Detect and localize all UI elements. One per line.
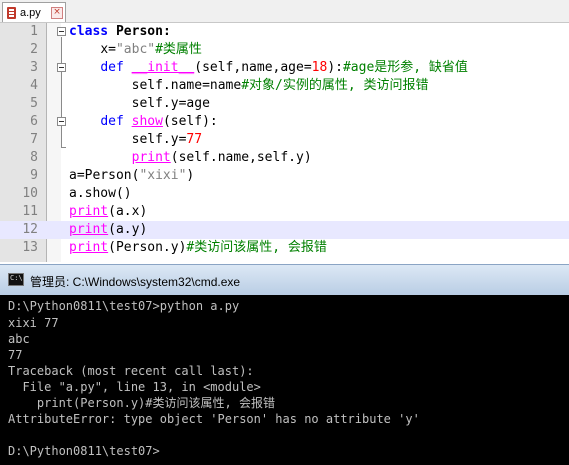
code-line: 1 class Person:: [0, 23, 569, 41]
code-text: def __init__(self,name,age=18):#age是形参, …: [100, 60, 468, 75]
code-text: print(Person.y)#类访问该属性, 会报错: [69, 240, 327, 255]
fold-collapse-icon[interactable]: [57, 117, 66, 126]
code-text: a=Person("xixi"): [69, 168, 195, 183]
code-text: a.show(): [69, 186, 132, 201]
code-line: 11 print(a.x): [0, 203, 569, 221]
line-number: 5: [30, 96, 38, 111]
tab-bar: a.py ×: [0, 0, 569, 23]
cmd-window: 管理员: C:\Windows\system32\cmd.exe D:\Pyth…: [0, 264, 569, 465]
line-number: 2: [30, 42, 38, 57]
line-number: 12: [22, 222, 38, 237]
line-number: 1: [30, 24, 38, 39]
console-prompt: D:\Python0811\test07>: [8, 444, 160, 458]
code-editor: a.py × 1 class Person: 2 x="abc"#类属性 3 d…: [0, 0, 569, 262]
code-text: print(a.x): [69, 204, 148, 219]
code-line: 6 def show(self):: [0, 113, 569, 131]
console-line: 77: [8, 348, 23, 362]
code-line: 13 print(Person.y)#类访问该属性, 会报错: [0, 239, 569, 257]
code-text: print(self.name,self.y): [131, 150, 312, 165]
fold-collapse-icon[interactable]: [57, 27, 66, 36]
code-text: x="abc"#类属性: [100, 42, 202, 57]
line-number: 9: [30, 168, 38, 183]
line-number: 6: [30, 114, 38, 129]
file-icon: [7, 6, 16, 19]
line-number: 3: [30, 60, 38, 75]
console-line: abc: [8, 332, 30, 346]
line-number: 8: [30, 150, 38, 165]
cmd-title: 管理员: C:\Windows\system32\cmd.exe: [30, 275, 241, 289]
file-tab[interactable]: a.py ×: [2, 2, 66, 22]
cmd-icon: [8, 273, 24, 286]
tab-label: a.py: [20, 6, 41, 19]
code-line: 3 def __init__(self,name,age=18):#age是形参…: [0, 59, 569, 77]
line-number: 10: [22, 186, 38, 201]
console-line: AttributeError: type object 'Person' has…: [8, 412, 420, 426]
code-area[interactable]: 1 class Person: 2 x="abc"#类属性 3 def __in…: [0, 23, 569, 262]
code-text: print(a.y): [69, 222, 148, 237]
code-text: class Person:: [69, 24, 171, 39]
cmd-titlebar[interactable]: 管理员: C:\Windows\system32\cmd.exe: [0, 264, 569, 295]
code-line: 9 a=Person("xixi"): [0, 167, 569, 185]
code-line: 7 self.y=77: [0, 131, 569, 149]
code-text: self.y=age: [131, 96, 210, 111]
line-number: 11: [22, 204, 38, 219]
code-line: 2 x="abc"#类属性: [0, 41, 569, 59]
code-text: self.y=77: [131, 132, 203, 147]
console-line: File "a.py", line 13, in <module>: [8, 380, 261, 394]
fold-collapse-icon[interactable]: [57, 63, 66, 72]
line-number: 4: [30, 78, 38, 93]
line-number: 13: [22, 240, 38, 255]
console-line: xixi 77: [8, 316, 59, 330]
code-line: 4 self.name=name#对象/实例的属性, 类访问报错: [0, 77, 569, 95]
line-number: 7: [30, 132, 38, 147]
code-text: self.name=name#对象/实例的属性, 类访问报错: [131, 78, 429, 93]
code-line: 8 print(self.name,self.y): [0, 149, 569, 167]
console-line: D:\Python0811\test07>python a.py: [8, 299, 240, 313]
code-line-current: 12 print(a.y): [0, 221, 569, 239]
code-line: 10 a.show(): [0, 185, 569, 203]
code-line: 5 self.y=age: [0, 95, 569, 113]
close-tab-icon[interactable]: ×: [51, 6, 63, 19]
code-text: def show(self):: [100, 114, 218, 129]
console-line: print(Person.y)#类访问该属性, 会报错: [8, 396, 275, 410]
console-line: Traceback (most recent call last):: [8, 364, 254, 378]
console-output[interactable]: D:\Python0811\test07>python a.py xixi 77…: [0, 295, 569, 465]
